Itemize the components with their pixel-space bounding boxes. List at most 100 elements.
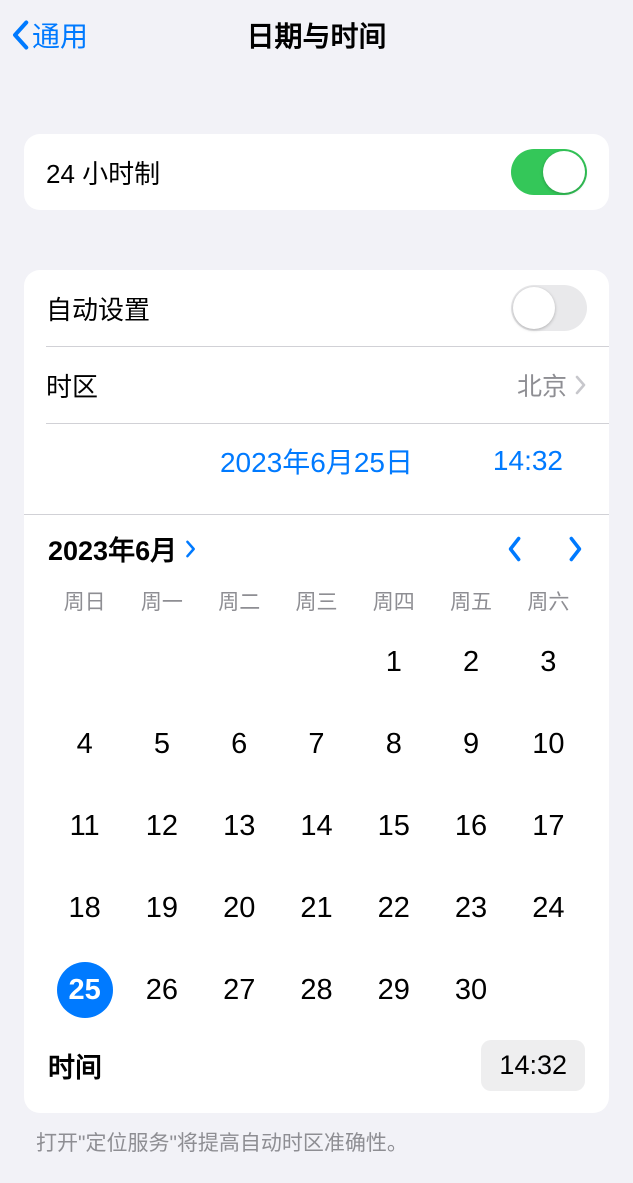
- day-number: 1: [366, 634, 422, 690]
- day-cell[interactable]: 21: [278, 880, 355, 936]
- calendar-header: 2023年6月: [46, 515, 587, 586]
- day-empty: [278, 634, 355, 690]
- page-title: 日期与时间: [0, 15, 633, 55]
- day-cell[interactable]: 30: [432, 962, 509, 1018]
- day-cell[interactable]: 13: [201, 798, 278, 854]
- day-number: 14: [288, 798, 344, 854]
- time-row: 时间 14:32: [46, 1040, 587, 1091]
- day-cell[interactable]: 9: [432, 716, 509, 772]
- chevron-left-icon: [10, 20, 30, 50]
- toggle-knob: [543, 151, 585, 193]
- day-number: 21: [288, 880, 344, 936]
- day-number: 17: [520, 798, 576, 854]
- day-cell[interactable]: 29: [355, 962, 432, 1018]
- day-cell[interactable]: 18: [46, 880, 123, 936]
- weekday-label: 周六: [510, 586, 587, 616]
- back-button[interactable]: 通用: [0, 15, 88, 55]
- weekday-label: 周三: [278, 586, 355, 616]
- month-label: 2023年6月: [48, 529, 177, 568]
- selected-date[interactable]: 2023年6月25日: [220, 441, 413, 481]
- day-cell[interactable]: 19: [123, 880, 200, 936]
- weekday-row: 周日周一周二周三周四周五周六: [46, 586, 587, 616]
- day-cell[interactable]: 7: [278, 716, 355, 772]
- day-number: 25: [57, 962, 113, 1018]
- footer-note: 打开"定位服务"将提高自动时区准确性。: [36, 1127, 597, 1157]
- next-month-button[interactable]: [567, 535, 585, 563]
- time-label: 时间: [48, 1046, 102, 1085]
- label-autoset: 自动设置: [46, 290, 150, 327]
- calendar-nav: [505, 535, 585, 563]
- header: 通用 日期与时间: [0, 0, 633, 70]
- chevron-right-icon: [567, 535, 585, 563]
- day-cell[interactable]: 22: [355, 880, 432, 936]
- day-cell[interactable]: 1: [355, 634, 432, 690]
- day-number: 29: [366, 962, 422, 1018]
- day-cell[interactable]: 24: [510, 880, 587, 936]
- group-datetime: 自动设置 时区 北京 2023年6月25日 14:32 2023年6月: [24, 270, 609, 1113]
- day-cell[interactable]: 2: [432, 634, 509, 690]
- days-grid: 1234567891011121314151617181920212223242…: [46, 634, 587, 1018]
- day-number: 19: [134, 880, 190, 936]
- day-number: 7: [288, 716, 344, 772]
- day-number: 12: [134, 798, 190, 854]
- day-cell[interactable]: 5: [123, 716, 200, 772]
- day-cell[interactable]: 8: [355, 716, 432, 772]
- day-empty: [123, 634, 200, 690]
- day-cell[interactable]: 28: [278, 962, 355, 1018]
- chevron-left-icon: [505, 535, 523, 563]
- day-cell[interactable]: 16: [432, 798, 509, 854]
- chevron-right-icon: [185, 540, 197, 558]
- day-number: 6: [211, 716, 267, 772]
- timezone-right: 北京: [517, 367, 587, 403]
- day-cell[interactable]: 17: [510, 798, 587, 854]
- day-number: 9: [443, 716, 499, 772]
- weekday-label: 周一: [123, 586, 200, 616]
- row-autoset: 自动设置: [24, 270, 609, 346]
- weekday-label: 周日: [46, 586, 123, 616]
- calendar: 2023年6月 周日周一周二周三周四周五周六 12345678910111213…: [24, 515, 609, 1113]
- day-number: 18: [57, 880, 113, 936]
- day-cell[interactable]: 26: [123, 962, 200, 1018]
- row-24h: 24 小时制: [24, 134, 609, 210]
- day-number: 2: [443, 634, 499, 690]
- day-empty: [46, 634, 123, 690]
- day-cell[interactable]: 25: [46, 962, 123, 1018]
- toggle-knob: [513, 287, 555, 329]
- day-cell[interactable]: 12: [123, 798, 200, 854]
- prev-month-button[interactable]: [505, 535, 523, 563]
- selected-time[interactable]: 14:32: [493, 445, 563, 477]
- day-cell[interactable]: 20: [201, 880, 278, 936]
- toggle-24h[interactable]: [511, 149, 587, 195]
- row-timezone[interactable]: 时区 北京: [24, 347, 609, 423]
- day-number: 3: [520, 634, 576, 690]
- label-timezone: 时区: [46, 367, 98, 404]
- day-number: 11: [57, 798, 113, 854]
- day-cell[interactable]: 11: [46, 798, 123, 854]
- day-cell[interactable]: 3: [510, 634, 587, 690]
- day-cell[interactable]: 15: [355, 798, 432, 854]
- chevron-right-icon: [575, 375, 587, 395]
- day-number: 10: [520, 716, 576, 772]
- day-number: 28: [288, 962, 344, 1018]
- time-picker[interactable]: 14:32: [481, 1040, 585, 1091]
- month-picker[interactable]: 2023年6月: [48, 529, 197, 568]
- day-number: 20: [211, 880, 267, 936]
- toggle-autoset[interactable]: [511, 285, 587, 331]
- row-date-time: 2023年6月25日 14:32: [24, 424, 609, 514]
- weekday-label: 周二: [201, 586, 278, 616]
- day-cell[interactable]: 10: [510, 716, 587, 772]
- day-number: 24: [520, 880, 576, 936]
- day-number: 22: [366, 880, 422, 936]
- weekday-label: 周四: [355, 586, 432, 616]
- day-number: 5: [134, 716, 190, 772]
- group-clock24: 24 小时制: [24, 134, 609, 210]
- day-cell[interactable]: 6: [201, 716, 278, 772]
- day-cell[interactable]: 14: [278, 798, 355, 854]
- day-cell[interactable]: 4: [46, 716, 123, 772]
- day-cell[interactable]: 23: [432, 880, 509, 936]
- day-empty: [201, 634, 278, 690]
- day-number: 23: [443, 880, 499, 936]
- day-number: 30: [443, 962, 499, 1018]
- day-number: 27: [211, 962, 267, 1018]
- day-cell[interactable]: 27: [201, 962, 278, 1018]
